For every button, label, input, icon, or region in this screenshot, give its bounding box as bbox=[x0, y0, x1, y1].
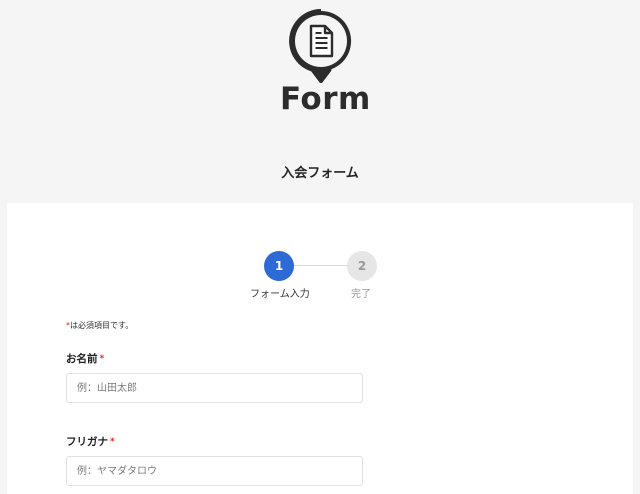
name-required-marker: * bbox=[99, 354, 105, 364]
required-note-text: は必須項目です。 bbox=[70, 321, 134, 330]
name-label-text: お名前 bbox=[66, 353, 98, 365]
furigana-label: フリガナ * bbox=[66, 435, 115, 449]
step-2-indicator: 2 bbox=[347, 251, 377, 281]
form-card: 1 2 フォーム入力 完了 *は必須項目です。 お名前* フリガナ* bbox=[7, 203, 633, 494]
step-connector bbox=[292, 265, 354, 266]
step-1-label: フォーム入力 bbox=[250, 289, 310, 300]
page: Form 入会フォーム 1 2 フォーム入力 完了 *は必須項目です。 お名前 *… bbox=[0, 0, 640, 494]
step-1-indicator: 1 bbox=[264, 251, 294, 281]
required-note: *は必須項目です。 bbox=[66, 320, 133, 332]
logo-text: Form bbox=[280, 81, 371, 117]
step-2-label: 完了 bbox=[351, 289, 371, 300]
furigana-required-marker: * bbox=[110, 437, 115, 447]
logo: Form bbox=[280, 9, 371, 117]
document-speech-bubble-icon bbox=[289, 9, 352, 83]
progress-stepper: 1 2 フォーム入力 完了 bbox=[7, 251, 633, 303]
name-label: お名前 * bbox=[66, 352, 104, 366]
name-input[interactable] bbox=[66, 373, 363, 403]
page-title: 入会フォーム bbox=[281, 166, 359, 181]
furigana-input[interactable] bbox=[66, 456, 363, 486]
furigana-label-text: フリガナ bbox=[66, 436, 108, 448]
